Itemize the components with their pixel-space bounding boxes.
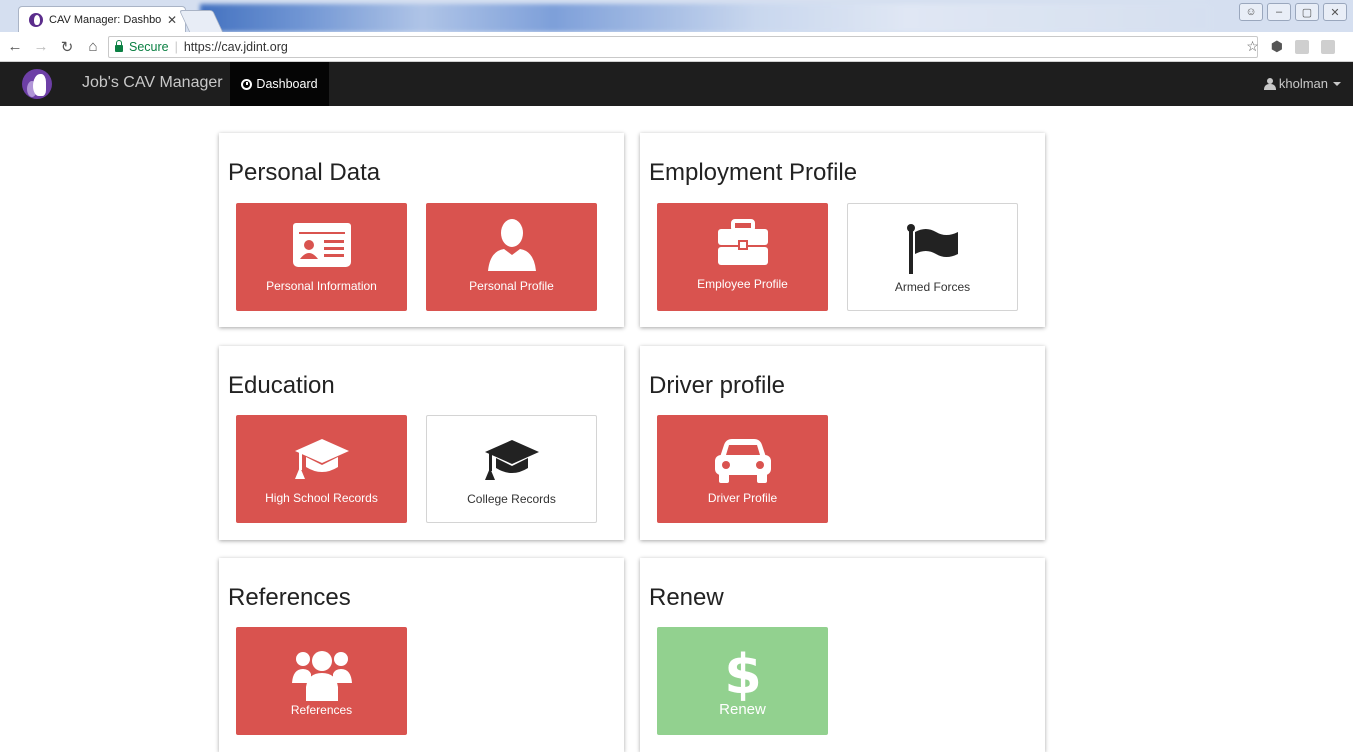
extension-icon[interactable]: ⬢ — [1271, 38, 1283, 55]
bookmark-star-icon[interactable]: ☆ — [1246, 38, 1259, 55]
tile-label: College Records — [467, 492, 556, 506]
extension-icons: ☆ ⬢ — [1246, 38, 1335, 55]
group-users-icon — [291, 651, 352, 701]
lock-icon — [115, 40, 123, 52]
tile-college-records[interactable]: College Records — [426, 415, 597, 523]
close-window-button[interactable]: ✕ — [1323, 3, 1347, 21]
tile-references[interactable]: References — [236, 627, 407, 735]
tile-label: Driver Profile — [707, 491, 778, 505]
address-bar[interactable]: Secure | https://cav.jdint.org — [108, 36, 1258, 58]
panel-references: References References — [219, 558, 624, 752]
tile-label: Renew — [719, 701, 766, 718]
car-icon — [714, 439, 771, 483]
site-favicon-icon — [29, 12, 43, 27]
brand-logo-icon[interactable] — [22, 69, 52, 99]
id-card-icon — [292, 223, 351, 267]
omnibox-separator: | — [174, 40, 178, 54]
tile-label: High School Records — [265, 491, 378, 505]
user-menu[interactable]: kholman — [1263, 76, 1341, 91]
extension-box-icon[interactable] — [1295, 39, 1309, 54]
tile-renew[interactable]: $ Renew — [657, 627, 828, 735]
tile-personal-information[interactable]: Personal Information — [236, 203, 407, 311]
panel-title: Employment Profile — [649, 159, 858, 186]
extension-box-icon-2[interactable] — [1321, 39, 1335, 54]
flag-icon — [906, 224, 958, 274]
tile-label: Armed Forces — [894, 280, 971, 294]
window-controls: ☺ – ▢ ✕ — [1239, 3, 1347, 21]
caret-down-icon — [1333, 81, 1341, 86]
panel-title: References — [228, 584, 351, 611]
maximize-button[interactable]: ▢ — [1295, 3, 1319, 21]
tile-personal-profile[interactable]: Personal Profile — [426, 203, 597, 311]
username: kholman — [1278, 76, 1328, 91]
url-text[interactable]: https://cav.jdint.org — [184, 40, 288, 54]
browser-tab-active[interactable]: CAV Manager: Dashboar ✕ — [18, 6, 186, 32]
user-switch-icon[interactable]: ☺ — [1239, 3, 1263, 21]
tile-label: Personal Information — [266, 279, 377, 293]
tile-employee-profile[interactable]: Employee Profile — [657, 203, 828, 311]
browser-tab-bar: CAV Manager: Dashboar ✕ ☺ – ▢ ✕ — [0, 0, 1353, 32]
dashboard-clock-icon — [241, 78, 253, 90]
home-icon[interactable]: ⌂ — [82, 38, 104, 55]
tile-label: Employee Profile — [697, 277, 788, 291]
panel-driver-profile: Driver profile Driver Profile — [640, 346, 1045, 540]
panel-employment-profile: Employment Profile Employee Profile Arme… — [640, 133, 1045, 327]
secure-label: Secure — [129, 40, 169, 54]
graduation-cap-icon — [294, 439, 349, 479]
nav-dashboard-label: Dashboard — [256, 77, 318, 91]
svg-text:$: $ — [725, 647, 761, 703]
panel-title: Personal Data — [228, 159, 381, 186]
graduation-cap-icon — [484, 440, 539, 480]
forward-arrow-icon[interactable]: → — [30, 38, 52, 55]
minimize-button[interactable]: – — [1267, 3, 1291, 21]
tab-close-icon[interactable]: ✕ — [167, 13, 177, 27]
user-icon — [1263, 77, 1276, 90]
tile-armed-forces[interactable]: Armed Forces — [847, 203, 1018, 311]
tile-high-school-records[interactable]: High School Records — [236, 415, 407, 523]
dollar-sign-icon: $ — [725, 647, 761, 703]
user-silhouette-icon — [487, 219, 536, 271]
nav-dashboard[interactable]: Dashboard — [230, 62, 329, 106]
reload-icon[interactable]: ↻ — [56, 38, 78, 56]
tile-label: References — [290, 703, 353, 717]
panel-renew: Renew $ Renew — [640, 558, 1045, 752]
blurred-tabs — [200, 4, 1210, 32]
panel-title: Driver profile — [649, 372, 786, 399]
brand-title[interactable]: Job's CAV Manager — [82, 74, 223, 92]
panel-personal-data: Personal Data Personal Information Perso… — [219, 133, 624, 327]
tab-title: CAV Manager: Dashboar — [49, 13, 161, 26]
tile-driver-profile[interactable]: Driver Profile — [657, 415, 828, 523]
panel-title: Renew — [649, 584, 724, 611]
panel-title: Education — [228, 372, 335, 399]
browser-toolbar: ← → ↻ ⌂ Secure | https://cav.jdint.org — [0, 32, 1353, 62]
back-arrow-icon[interactable]: ← — [4, 38, 26, 55]
briefcase-icon — [717, 219, 768, 265]
panel-education: Education High School Records College Re… — [219, 346, 624, 540]
tile-label: Personal Profile — [469, 279, 554, 293]
